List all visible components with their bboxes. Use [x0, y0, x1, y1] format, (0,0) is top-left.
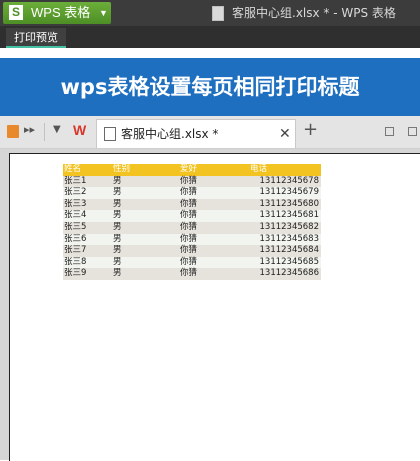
spreadsheet-file-icon: [104, 127, 116, 141]
window-title: 客服中心组.xlsx * - WPS 表格: [232, 6, 396, 20]
header-cell: 性别: [113, 164, 131, 174]
table-row: 张三4 男 你猜 13112345681: [63, 210, 321, 222]
header-row: 姓名 性别 爱好 电话: [63, 164, 321, 176]
cell-hobby: 你猜: [180, 233, 198, 244]
close-tab-icon[interactable]: ✕: [279, 120, 291, 148]
cell-name: 张三9: [64, 268, 87, 279]
tab-print-preview[interactable]: 打印预览: [6, 28, 66, 48]
cell-phone: 13112345679: [259, 187, 320, 198]
header-cell: 电话: [250, 164, 268, 174]
table-row: 张三1 男 你猜 13112345678: [63, 175, 321, 188]
toolbar-square-icon[interactable]: [7, 125, 19, 138]
cell-gender: 男: [113, 268, 122, 279]
double-arrow-icon[interactable]: ▸▸: [24, 123, 35, 136]
divider: [0, 48, 420, 58]
separator: [44, 123, 45, 141]
cell-hobby: 你猜: [180, 198, 198, 209]
document-tab-strip: ▸▸ ▼ W 客服中心组.xlsx * ✕ +: [0, 116, 420, 149]
table-row: 张三2 男 你猜 13112345679: [63, 187, 321, 199]
cell-phone: 13112345685: [259, 256, 320, 267]
wps-w-logo-icon[interactable]: W: [73, 122, 86, 138]
caret-down-icon: ▼: [99, 8, 108, 18]
table-row: 张三9 男 你猜 13112345686: [63, 268, 321, 280]
cell-name: 张三1: [64, 175, 87, 186]
cell-gender: 男: [113, 210, 122, 221]
window-mode-icon[interactable]: [385, 127, 394, 136]
mode-tab-bar: 打印预览: [0, 26, 420, 48]
table-row: 张三5 男 你猜 13112345682: [63, 221, 321, 234]
new-tab-icon[interactable]: +: [303, 119, 318, 140]
cell-name: 张三6: [64, 233, 87, 244]
cell-name: 张三5: [64, 221, 87, 232]
dropdown-arrow-icon[interactable]: ▼: [53, 124, 61, 135]
cell-hobby: 你猜: [180, 175, 198, 186]
cell-gender: 男: [113, 198, 122, 209]
table-row: 张三6 男 你猜 13112345683: [63, 233, 321, 246]
window-option-icon[interactable]: [408, 127, 417, 136]
header-cell: 爱好: [180, 164, 198, 174]
cell-hobby: 你猜: [180, 187, 198, 198]
cell-gender: 男: [113, 221, 122, 232]
table-row: 张三8 男 你猜 13112345685: [63, 256, 321, 269]
cell-name: 张三2: [64, 187, 87, 198]
title-bar: S WPS 表格 ▼ 客服中心组.xlsx * - WPS 表格: [0, 0, 420, 26]
wps-app-menu-button[interactable]: S WPS 表格 ▼: [3, 2, 111, 24]
cell-name: 张三8: [64, 256, 87, 267]
cell-hobby: 你猜: [180, 256, 198, 267]
table-row: 张三7 男 你猜 13112345684: [63, 245, 321, 257]
cell-gender: 男: [113, 256, 122, 267]
cell-hobby: 你猜: [180, 210, 198, 221]
cell-hobby: 你猜: [180, 221, 198, 232]
cell-hobby: 你猜: [180, 268, 198, 279]
cell-name: 张三7: [64, 245, 87, 256]
cell-gender: 男: [113, 187, 122, 198]
file-tab[interactable]: 客服中心组.xlsx * ✕: [96, 119, 296, 148]
wps-logo-icon: S: [9, 5, 23, 20]
cell-phone: 13112345686: [259, 268, 320, 279]
tutorial-banner: wps表格设置每页相同打印标题: [0, 58, 420, 116]
cell-phone: 13112345682: [259, 221, 320, 232]
cell-gender: 男: [113, 233, 122, 244]
file-tab-label: 客服中心组.xlsx *: [121, 127, 219, 141]
cell-phone: 13112345681: [259, 210, 320, 221]
document-icon: [212, 6, 224, 21]
table-row: 张三3 男 你猜 13112345680: [63, 198, 321, 211]
sheet-table: 姓名 性别 爱好 电话 张三1 男 你猜 13112345678 张三2 男 你…: [63, 164, 321, 280]
cell-phone: 13112345683: [259, 233, 320, 244]
cell-phone: 13112345680: [259, 198, 320, 209]
cell-phone: 13112345684: [259, 245, 320, 256]
app-name: WPS 表格: [31, 5, 91, 20]
cell-name: 张三4: [64, 210, 87, 221]
header-cell: 姓名: [64, 164, 82, 174]
cell-name: 张三3: [64, 198, 87, 209]
cell-gender: 男: [113, 245, 122, 256]
cell-gender: 男: [113, 175, 122, 186]
cell-phone: 13112345678: [259, 175, 320, 186]
cell-hobby: 你猜: [180, 245, 198, 256]
